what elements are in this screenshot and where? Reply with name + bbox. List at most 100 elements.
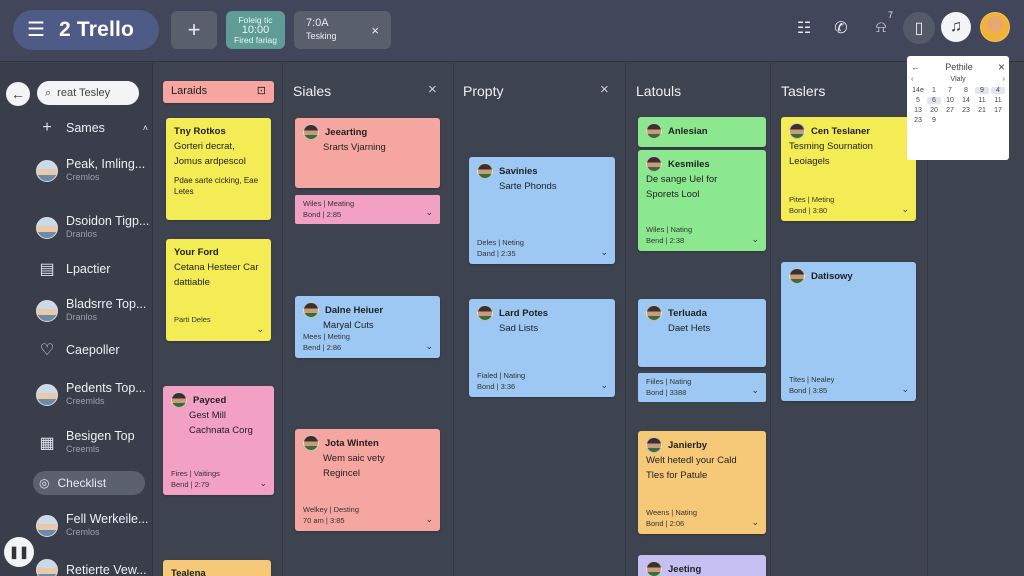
chevron-left-icon[interactable]: ‹ — [911, 76, 913, 83]
sidebar-item-sames[interactable]: + Sames ˄ — [36, 119, 148, 137]
card-tny-rotkos[interactable]: Tny Rotkos Gorteri decrat, Jomus ardpesc… — [166, 118, 271, 220]
close-icon[interactable]: × — [428, 81, 437, 98]
close-icon[interactable]: × — [998, 60, 1005, 74]
chevron-down-icon[interactable]: ⌄ — [901, 202, 909, 217]
sidebar-item-lpactier[interactable]: ▤ Lpactier — [36, 259, 148, 279]
calendar-day[interactable]: 9 — [927, 117, 941, 124]
timer-chip[interactable]: 7:0A Tesking × — [294, 11, 391, 49]
bell-icon[interactable]: ⍾ 7 — [866, 10, 896, 43]
card-jeearting-meta[interactable]: Wiles | Meating Bond | 2:85 ⌄ — [295, 195, 440, 224]
chevron-down-icon[interactable]: ⌄ — [901, 382, 909, 397]
calendar-day[interactable]: 23 — [911, 117, 925, 124]
card-terluada-meta[interactable]: Fiiles | Nating Bond | 3388 ⌄ — [638, 373, 766, 402]
chevron-down-icon[interactable]: ⌄ — [751, 385, 759, 396]
add-button[interactable]: + — [171, 11, 217, 49]
calendar-day[interactable]: 6 — [927, 97, 941, 104]
card-foot2: Bend | 2:38 — [646, 236, 685, 245]
reminder-line3: Fired fariag — [234, 35, 277, 45]
calendar-day[interactable]: 21 — [975, 107, 989, 114]
calendar-day[interactable]: 13 — [911, 107, 925, 114]
calendar-day[interactable]: 7 — [943, 87, 957, 94]
chat-icon: ♡ — [39, 342, 55, 359]
card-options-icon[interactable]: ⊡ — [257, 84, 266, 99]
sidebar-item-fell[interactable]: Fell Werkeile... Cremlos — [36, 513, 148, 539]
chevron-down-icon[interactable]: ⌄ — [425, 339, 433, 354]
column-header-laraids[interactable]: Laraids ⊡ — [163, 81, 274, 103]
card-tealena[interactable]: Tealena — [163, 560, 271, 576]
calendar-day[interactable]: 1 — [927, 87, 941, 94]
calendar-day[interactable]: 10 — [943, 97, 957, 104]
calendar-day[interactable]: 11 — [991, 97, 1005, 104]
sidebar-item-pedents[interactable]: Pedents Top... Creemlds — [36, 382, 148, 408]
sidebar-item-besigen[interactable]: ▦ Besigen Top Creemls — [36, 430, 148, 456]
card-lard-potes[interactable]: Lard Potes Sad Lists Fialed | Nating Bond… — [469, 299, 615, 397]
chevron-right-icon[interactable]: › — [1003, 76, 1005, 83]
calendar-day[interactable]: 9 — [975, 87, 989, 94]
hamburger-menu-icon[interactable]: ☰ — [27, 20, 45, 40]
music-icon[interactable]: ♫ — [941, 12, 971, 42]
sidebar-item-label: Fell Werkeile... — [66, 512, 149, 526]
sidebar-item-caepoller[interactable]: ♡ Caepoller — [36, 340, 148, 360]
calendar-day[interactable]: 17 — [991, 107, 1005, 114]
chevron-down-icon[interactable]: ⌄ — [425, 512, 433, 527]
user-avatar[interactable] — [980, 12, 1010, 42]
card-foot1: Wiles | Nating — [646, 225, 693, 234]
card-jeeting[interactable]: Jeeting — [638, 555, 766, 576]
card-savinies[interactable]: Savinies Sarte Phonds Deles | Neting Dand… — [469, 157, 615, 264]
card-body: Welt hetedl your Cald Tles for Patule — [646, 455, 737, 481]
sidebar-item-dsoidon[interactable]: Dsoidon Tigp... Dranlos — [36, 215, 149, 241]
card-anlesian[interactable]: Anlesian — [638, 117, 766, 147]
card-jeearting[interactable]: Jeearting Srarts Vjarning — [295, 118, 440, 188]
card-title: Datisowy — [811, 270, 853, 282]
card-dalne-heiuer[interactable]: Dalne Heiuer Maryal Cuts Mees | Meting Be… — [295, 296, 440, 358]
chevron-down-icon[interactable]: ⌄ — [425, 207, 433, 218]
card-kesmiles[interactable]: Kesmiles De sange Uel for Sporets Lool W… — [638, 150, 766, 251]
card-title: Jota Winten — [325, 437, 379, 449]
card-your-ford[interactable]: Your Ford Cetana Hesteer Car dattiable P… — [166, 239, 271, 341]
reminder-chip[interactable]: Foleig tic 10:00 Fired fariag — [226, 11, 285, 49]
card-payced[interactable]: Payced Gest Mill Cachnata Corg Fires | V… — [163, 386, 274, 495]
close-icon[interactable]: × — [600, 81, 609, 98]
card-jota-winten[interactable]: Jota Winten Wem saic vety Regincel Welke… — [295, 429, 440, 531]
sidebar-item-checklist[interactable]: ◎ Checklist — [33, 471, 145, 495]
avatar — [646, 123, 662, 139]
sidebar-item-peak[interactable]: Peak, Imling... Cremlos — [36, 158, 148, 184]
calendar-day[interactable]: 14e — [911, 87, 925, 94]
chevron-down-icon[interactable]: ⌄ — [751, 232, 759, 247]
calendar-day[interactable]: 11 — [975, 97, 989, 104]
sidebar-item-label: Peak, Imling... — [66, 157, 146, 171]
back-arrow-icon[interactable]: ← — [6, 82, 30, 106]
phone-icon[interactable]: ✆ — [826, 13, 856, 43]
chevron-down-icon[interactable]: ⌄ — [751, 515, 759, 530]
calendar-day[interactable]: 8 — [959, 87, 973, 94]
chevron-down-icon[interactable]: ⌄ — [600, 378, 608, 393]
card-foot2: Bond | 3:36 — [477, 382, 516, 391]
sidebar-item-retierte[interactable]: Retierte Vew... — [36, 559, 148, 576]
card-body: Gest Mill Cachnata Corg — [189, 410, 253, 436]
chevron-down-icon[interactable]: ⌄ — [259, 476, 267, 491]
calendar-day[interactable]: 20 — [927, 107, 941, 114]
sidebar-item-label: Caepoller — [66, 343, 120, 357]
chevron-down-icon[interactable]: ⌄ — [600, 245, 608, 260]
card-cen-teslaner[interactable]: Cen Teslaner Tesming Sournation Leoiagel… — [781, 117, 916, 221]
avatar — [36, 217, 58, 239]
list-settings-icon[interactable]: ☷ — [789, 13, 819, 43]
calendar-day[interactable]: 27 — [943, 107, 957, 114]
search-input[interactable]: ⌕ reat Tesley — [37, 81, 139, 105]
timer-close-icon[interactable]: × — [371, 23, 379, 38]
card-janierby[interactable]: Janierby Welt hetedl your Cald Tles for … — [638, 431, 766, 534]
calendar-day[interactable]: 23 — [959, 107, 973, 114]
column-title: Taslers — [781, 83, 826, 99]
card-title: Your Ford — [174, 247, 219, 258]
card-terluada[interactable]: Terluada Daet Hets — [638, 299, 766, 367]
back-arrow-icon[interactable]: ← — [911, 62, 920, 72]
trash-icon[interactable]: ▯ — [903, 12, 935, 44]
sidebar-item-bladsrre[interactable]: Bladsrre Top... Dranlos — [36, 298, 148, 324]
calendar-day[interactable]: 5 — [911, 97, 925, 104]
card-datisowy[interactable]: Datisowy Tites | Nealey Bond | 3:85 ⌄ — [781, 262, 916, 401]
calendar-day[interactable]: 4 — [991, 87, 1005, 94]
chevron-down-icon[interactable]: ⌄ — [256, 322, 264, 337]
pause-icon[interactable]: ❚❚ — [4, 537, 34, 567]
calendar-day[interactable]: 14 — [959, 97, 973, 104]
app-brand-button[interactable]: ☰ 2 Trello — [13, 10, 159, 50]
